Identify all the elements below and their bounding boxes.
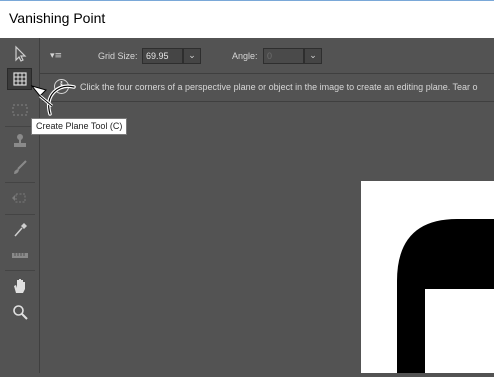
angle-dropdown[interactable]: ⌄ [304,48,322,64]
arrow-icon [14,45,26,62]
stamp-icon [13,134,26,147]
tool-options-menu-icon[interactable]: ▾≡ [50,51,62,61]
brush-icon [13,160,27,174]
transform-tool[interactable] [7,187,32,209]
eyedropper-tool[interactable] [7,219,32,241]
ruler-icon [11,253,28,258]
grid-size-label: Grid Size: [98,51,138,61]
measure-tool[interactable] [7,244,32,266]
tool-separator [5,214,35,215]
info-bar: i Click the four corners of a perspectiv… [42,74,494,102]
document-shape [397,219,494,373]
document-image[interactable] [361,181,494,373]
cursor-annotation-arrow [30,84,76,116]
hand-tool[interactable] [7,275,32,297]
title-bar: Vanishing Point [0,0,494,38]
tool-separator [5,182,35,183]
brush-tool[interactable] [7,156,32,178]
chevron-down-icon: ⌄ [188,51,196,61]
window-title: Vanishing Point [9,10,106,26]
grid-icon [12,72,27,86]
hand-icon [13,279,25,293]
zoom-tool[interactable] [7,301,32,323]
edit-plane-tool[interactable] [7,43,32,65]
chevron-down-icon: ⌄ [309,51,317,61]
options-bar: ▾≡ Grid Size: 69.95 ⌄ Angle: 0 ⌄ [0,38,494,74]
tool-separator [5,270,35,271]
stamp-tool[interactable] [7,130,32,152]
zoom-icon [12,305,28,320]
grid-size-input[interactable]: 69.95 [142,48,183,64]
marquee-icon [11,104,28,116]
transform-icon [11,193,25,203]
tooltip: Create Plane Tool (C) [31,118,128,135]
eyedropper-icon [13,223,27,237]
angle-label: Angle: [232,51,258,61]
canvas-area[interactable] [41,103,494,373]
info-message: Click the four corners of a perspective … [80,82,478,92]
angle-input[interactable]: 0 [263,48,304,64]
grid-size-dropdown[interactable]: ⌄ [183,48,201,64]
